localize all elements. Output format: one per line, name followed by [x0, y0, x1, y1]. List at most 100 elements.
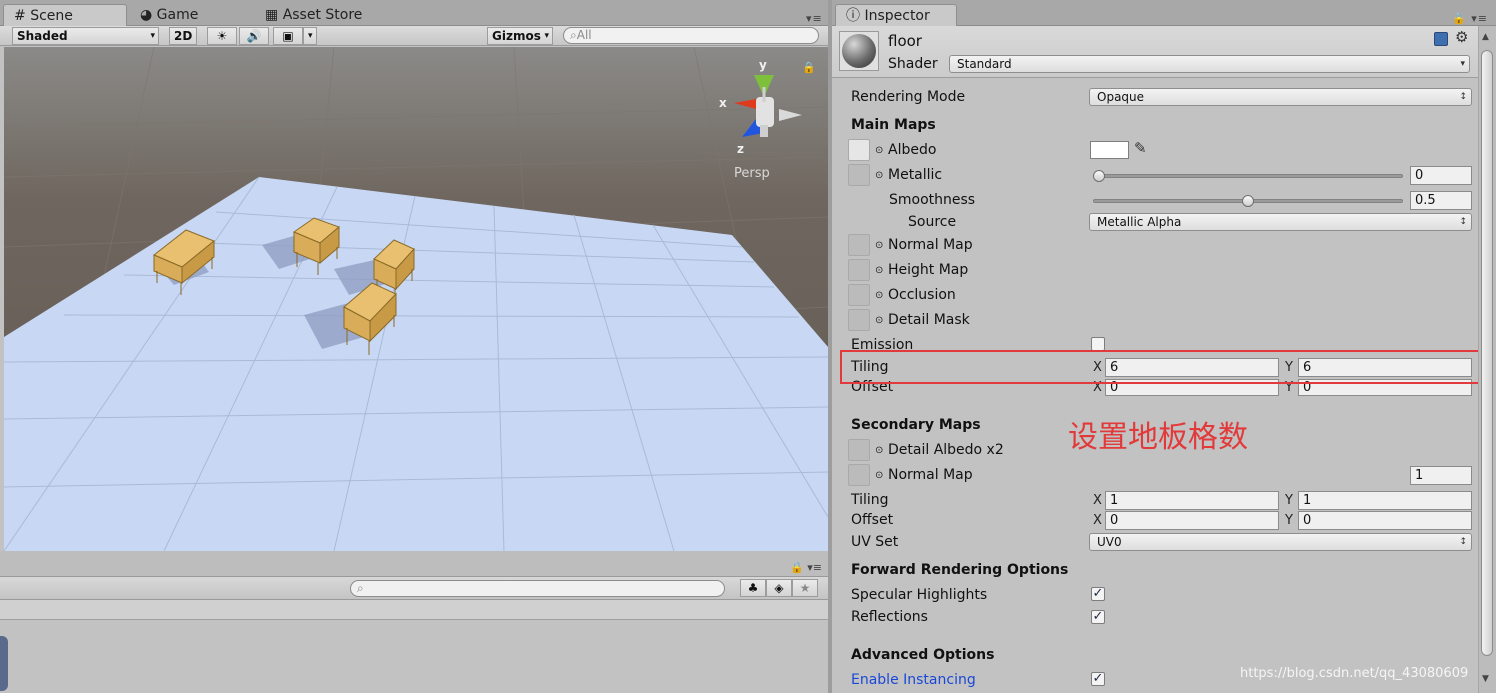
shader-dropdown[interactable]: Standard ▾: [949, 55, 1470, 73]
watermark-text: https://blog.csdn.net/qq_43080609: [1240, 666, 1469, 681]
rendering-mode-value: Opaque: [1097, 90, 1145, 104]
shapes-icon: ♣: [747, 581, 759, 595]
source-value: Metallic Alpha: [1097, 215, 1182, 229]
advanced-options-title: Advanced Options: [851, 647, 995, 663]
emission-checkbox[interactable]: [1091, 337, 1105, 351]
rendering-mode-label: Rendering Mode: [851, 89, 966, 105]
normal-map-label: Normal Map: [888, 237, 973, 253]
secondary-tiling-x-axis-label: X: [1093, 493, 1102, 508]
filter-label-button[interactable]: ◈: [766, 579, 792, 597]
scene-viewport[interactable]: y x z Persp 🔒: [4, 47, 828, 551]
metallic-slider-knob[interactable]: [1093, 170, 1105, 182]
effects-toggle[interactable]: ▣: [273, 27, 303, 45]
secondary-normal-scale-field[interactable]: 1: [1410, 466, 1472, 485]
panel-splitter[interactable]: 🔒 ▾≡: [0, 551, 828, 576]
normal-map-slot[interactable]: [848, 234, 870, 256]
secondary-offset-y-field[interactable]: 0: [1298, 511, 1472, 530]
object-picker-icon[interactable]: ⊙: [875, 240, 883, 251]
object-picker-icon[interactable]: ⊙: [875, 445, 883, 456]
detail-albedo-slot[interactable]: [848, 439, 870, 461]
object-picker-icon[interactable]: ⊙: [875, 170, 883, 181]
shading-label: Shaded: [17, 29, 68, 43]
project-breadcrumb-strip: [0, 600, 828, 620]
height-map-label: Height Map: [888, 262, 969, 278]
scroll-down-icon[interactable]: ▼: [1482, 674, 1489, 684]
reflections-label: Reflections: [851, 609, 928, 625]
effects-dropdown[interactable]: ▾: [303, 27, 317, 45]
smoothness-value-field[interactable]: 0.5: [1410, 191, 1472, 210]
enable-instancing-checkbox[interactable]: ✓: [1091, 672, 1105, 686]
tab-game[interactable]: ◕ Game: [130, 4, 208, 26]
tab-scene[interactable]: # Scene: [3, 4, 127, 26]
highlight-box: [840, 350, 1486, 384]
secondary-offset-y-axis-label: Y: [1285, 513, 1293, 528]
shader-label: Shader: [888, 56, 938, 72]
secondary-tiling-x-field[interactable]: 1: [1105, 491, 1279, 510]
metallic-value-field[interactable]: 0: [1410, 166, 1472, 185]
material-name: floor: [888, 32, 922, 50]
checkmark-icon: ✓: [1092, 671, 1104, 686]
annotation-text: 设置地板格数: [1068, 420, 1248, 455]
height-map-slot[interactable]: [848, 259, 870, 281]
gizmos-dropdown[interactable]: Gizmos ▾: [487, 27, 553, 45]
panel-menu-icon[interactable]: ▾≡: [806, 12, 823, 25]
object-picker-icon[interactable]: ⊙: [875, 290, 883, 301]
eyedropper-icon[interactable]: ✎: [1134, 139, 1147, 157]
inspector-tab-bar: ⓘ Inspector 🔒 ▾≡: [832, 0, 1496, 26]
occlusion-label: Occlusion: [888, 287, 956, 303]
metallic-slider-track[interactable]: [1093, 174, 1403, 178]
secondary-normal-map-label: Normal Map: [888, 467, 973, 483]
object-picker-icon[interactable]: ⊙: [875, 145, 883, 156]
image-icon: ▣: [282, 29, 294, 43]
specular-highlights-checkbox[interactable]: ✓: [1091, 587, 1105, 601]
toggle-2d-button[interactable]: 2D: [169, 27, 197, 45]
tab-asset-store[interactable]: ▦ Asset Store: [255, 4, 372, 26]
sphere-icon: [842, 34, 876, 68]
star-icon: ★: [799, 581, 811, 595]
favorite-button[interactable]: ★: [792, 579, 818, 597]
secondary-tiling-y-field[interactable]: 1: [1298, 491, 1472, 510]
albedo-color-swatch[interactable]: [1090, 141, 1129, 159]
object-picker-icon[interactable]: ⊙: [875, 315, 883, 326]
reflections-checkbox[interactable]: ✓: [1091, 610, 1105, 624]
updown-arrow-icon: ↕: [1459, 92, 1467, 102]
tab-inspector[interactable]: ⓘ Inspector: [835, 4, 957, 26]
secondary-normal-map-slot[interactable]: [848, 464, 870, 486]
filter-type-button[interactable]: ♣: [740, 579, 766, 597]
project-search-input[interactable]: ⌕: [350, 580, 725, 597]
scene-search-input[interactable]: ⌕All: [563, 27, 819, 44]
lock-icon[interactable]: 🔒 ▾≡: [790, 561, 822, 574]
scrollbar-thumb[interactable]: [1481, 50, 1493, 656]
tab-scene-label: Scene: [30, 8, 73, 24]
uv-set-dropdown[interactable]: UV0 ↕: [1089, 533, 1472, 551]
smoothness-slider-knob[interactable]: [1242, 195, 1254, 207]
enable-instancing-label: Enable Instancing: [851, 672, 976, 688]
scroll-up-icon[interactable]: ▲: [1482, 32, 1489, 42]
asset-thumbnail[interactable]: [0, 636, 8, 691]
albedo-texture-slot[interactable]: [848, 139, 870, 161]
gizmos-label: Gizmos: [492, 29, 541, 43]
help-book-icon[interactable]: [1434, 32, 1448, 46]
occlusion-slot[interactable]: [848, 284, 870, 306]
object-picker-icon[interactable]: ⊙: [875, 265, 883, 276]
gear-icon[interactable]: ⚙: [1455, 28, 1468, 46]
tab-inspector-label: Inspector: [864, 8, 930, 24]
audio-toggle[interactable]: 🔊: [239, 27, 269, 45]
smoothness-label: Smoothness: [889, 192, 976, 208]
lock-icon: 🔒: [802, 61, 816, 74]
gamepad-icon: ◕: [140, 7, 153, 23]
secondary-offset-x-field[interactable]: 0: [1105, 511, 1279, 530]
lighting-toggle[interactable]: ☀: [207, 27, 237, 45]
uv-set-value: UV0: [1097, 535, 1122, 549]
shading-dropdown[interactable]: Shaded ▾: [12, 27, 159, 45]
rendering-mode-dropdown[interactable]: Opaque ↕: [1089, 88, 1472, 106]
detail-mask-slot[interactable]: [848, 309, 870, 331]
metallic-texture-slot[interactable]: [848, 164, 870, 186]
project-toolbar: ⌕ ♣ ◈ ★: [0, 576, 828, 600]
object-picker-icon[interactable]: ⊙: [875, 470, 883, 481]
source-dropdown[interactable]: Metallic Alpha ↕: [1089, 213, 1472, 231]
inspector-menu-icon[interactable]: 🔒 ▾≡: [1452, 12, 1488, 25]
scene-search-placeholder: All: [576, 28, 592, 42]
gizmo-x-label: x: [719, 96, 727, 110]
inspector-scrollbar[interactable]: ▲ ▼: [1478, 26, 1496, 693]
